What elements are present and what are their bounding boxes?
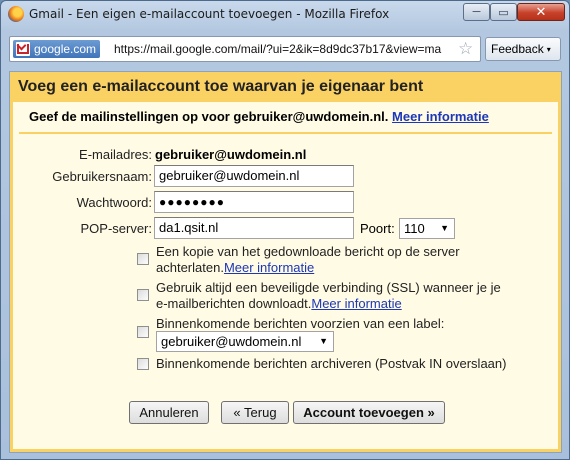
archive-option-text: Binnenkomende berichten archiveren (Post…	[156, 356, 507, 371]
username-field[interactable]: gebruiker@uwdomein.nl	[154, 165, 354, 187]
email-value: gebruiker@uwdomein.nl	[155, 147, 307, 162]
port-label: Poort:	[360, 221, 395, 236]
navigation-bar: google.com https://mail.google.com/mail/…	[9, 35, 562, 65]
chevron-down-icon: ▾	[546, 45, 551, 54]
feedback-button[interactable]: Feedback ▾	[485, 37, 561, 61]
dialog-title: Voeg een e-mailaccount toe waarvan je ei…	[18, 78, 424, 95]
leave-copy-option: Een kopie van het gedownloade bericht op…	[156, 244, 460, 276]
port-value: 110	[404, 221, 425, 236]
ssl-checkbox[interactable]	[137, 289, 149, 301]
frame-border-bottom	[10, 449, 561, 452]
site-identity-button[interactable]: google.com	[13, 40, 101, 58]
username-label: Gebruikersnaam:	[52, 169, 152, 184]
gmail-logo-icon	[16, 42, 30, 56]
browser-window: Gmail - Een eigen e-mailaccount toevoege…	[0, 0, 570, 460]
leave-copy-text-1: Een kopie van het gedownloade bericht op…	[156, 244, 460, 259]
window-title: Gmail - Een eigen e-mailaccount toevoege…	[29, 7, 390, 21]
instruction-label: Geef de mailinstellingen op voor gebruik…	[29, 109, 389, 124]
ssl-option: Gebruik altijd een beveiligde verbinding…	[156, 280, 501, 312]
label-select[interactable]: gebruiker@uwdomein.nl ▼	[156, 331, 334, 352]
instruction-text: Geef de mailinstellingen op voor gebruik…	[29, 109, 489, 124]
ssl-more-info-link[interactable]: Meer informatie	[311, 296, 401, 311]
port-select[interactable]: 110 ▼	[399, 218, 455, 239]
archive-checkbox[interactable]	[137, 358, 149, 370]
back-button[interactable]: « Terug	[221, 401, 289, 424]
bookmark-star-icon[interactable]: ☆	[458, 40, 473, 58]
maximize-button[interactable]: ▭	[490, 3, 517, 21]
url-text[interactable]: https://mail.google.com/mail/?ui=2&ik=8d…	[114, 42, 450, 56]
leave-copy-text-2: achterlaten.	[156, 260, 224, 275]
site-identity-label: google.com	[34, 42, 97, 56]
title-bar: Gmail - Een eigen e-mailaccount toevoege…	[1, 1, 569, 27]
more-info-link[interactable]: Meer informatie	[392, 109, 489, 124]
label-select-value: gebruiker@uwdomein.nl	[161, 334, 302, 349]
label-option-text: Binnenkomende berichten voorzien van een…	[156, 316, 445, 331]
frame-border-left	[10, 102, 13, 452]
address-bar[interactable]: google.com https://mail.google.com/mail/…	[9, 36, 481, 62]
pop-server-label: POP-server:	[80, 221, 152, 236]
add-account-dialog: Voeg een e-mailaccount toe waarvan je ei…	[9, 71, 562, 453]
ssl-text-1: Gebruik altijd een beveiligde verbinding…	[156, 280, 501, 295]
chevron-down-icon: ▼	[319, 336, 328, 346]
label-checkbox[interactable]	[137, 326, 149, 338]
email-label: E-mailadres:	[79, 147, 152, 162]
password-label: Wachtwoord:	[76, 195, 152, 210]
ssl-text-2: e-mailberichten downloadt.	[156, 296, 312, 311]
chevron-down-icon: ▼	[440, 223, 449, 233]
close-button[interactable]: ✕	[517, 3, 565, 21]
minimize-button[interactable]: ─	[463, 3, 490, 21]
firefox-icon	[8, 6, 24, 22]
leave-copy-checkbox[interactable]	[137, 253, 149, 265]
pop-server-field[interactable]: da1.qsit.nl	[154, 217, 354, 239]
leave-copy-more-info-link[interactable]: Meer informatie	[224, 260, 314, 275]
frame-border-right	[558, 102, 561, 452]
cancel-button[interactable]: Annuleren	[129, 401, 209, 424]
divider	[19, 132, 552, 134]
feedback-label: Feedback	[491, 42, 544, 56]
add-account-button[interactable]: Account toevoegen »	[293, 401, 445, 424]
password-field[interactable]: ●●●●●●●●	[154, 191, 354, 213]
dialog-header: Voeg een e-mailaccount toe waarvan je ei…	[10, 72, 561, 102]
